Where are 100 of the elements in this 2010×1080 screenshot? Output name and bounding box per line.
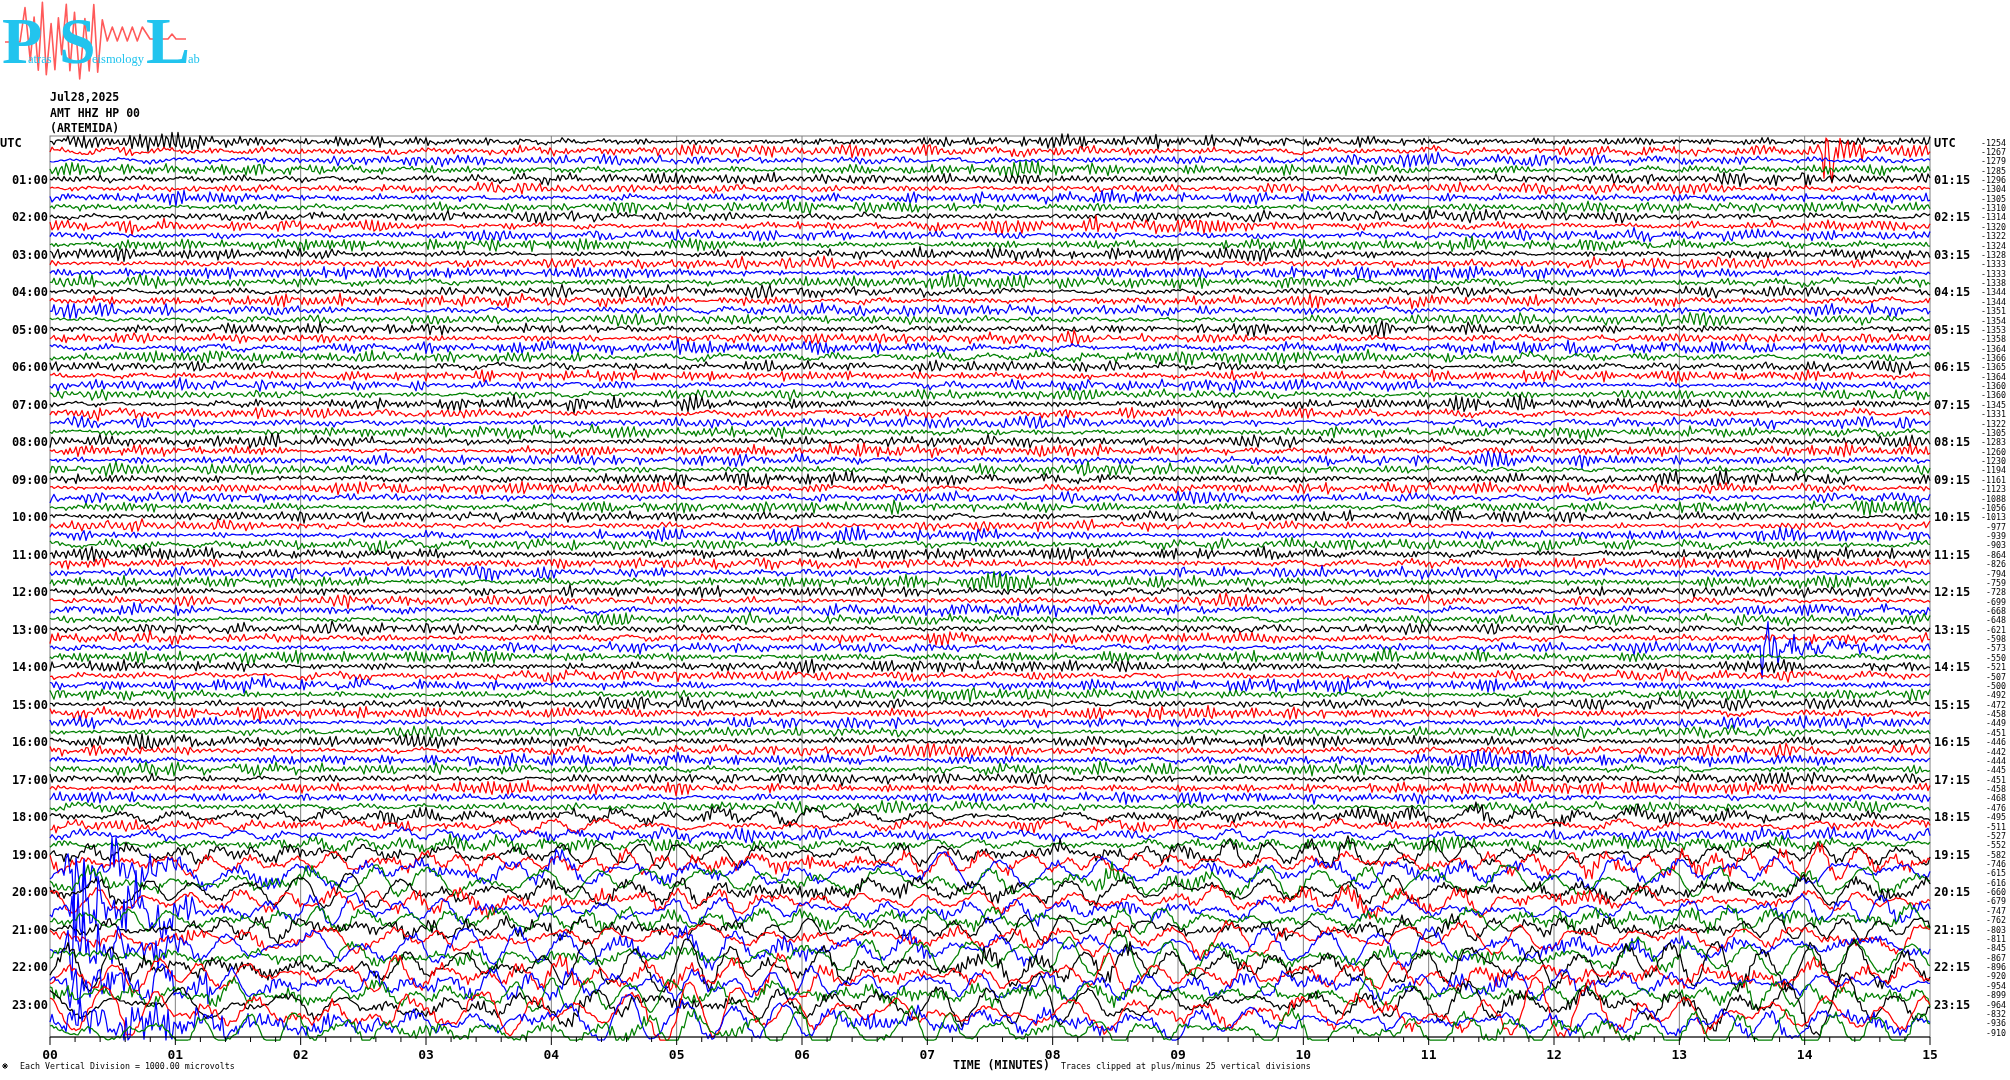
time-label: 09:00 xyxy=(11,472,48,487)
trace-value-label: -1324 xyxy=(1981,240,2006,251)
trace-value-label: -1322 xyxy=(1981,418,2006,429)
time-label: 07:15 xyxy=(1934,397,1971,412)
time-label: 19:00 xyxy=(11,847,48,862)
trace-value-label: -1314 xyxy=(1981,212,2006,223)
trace-value-label: -954 xyxy=(1986,980,2006,991)
trace-value-label: -1360 xyxy=(1981,390,2006,401)
trace-value-label: -552 xyxy=(1986,840,2006,851)
trace-value-label: -1260 xyxy=(1981,446,2006,457)
trace-value-label: -1123 xyxy=(1981,484,2006,495)
time-label: 22:00 xyxy=(11,960,48,975)
axis-tick-label: 14 xyxy=(1796,1046,1813,1062)
trace-value-label: -446 xyxy=(1986,737,2006,748)
trace-value-label: -1296 xyxy=(1981,175,2006,185)
time-label: 15:00 xyxy=(11,697,48,712)
time-label: 21:15 xyxy=(1934,922,1971,937)
trace-value-label: -621 xyxy=(1986,624,2006,635)
trace-value-label: -1344 xyxy=(1981,287,2006,298)
channel-label: AMT HHZ HP 00 xyxy=(50,105,140,120)
trace-value-label: -1279 xyxy=(1981,156,2006,167)
trace-value-label: -458 xyxy=(1986,709,2006,720)
trace-value-label: -468 xyxy=(1986,793,2006,804)
trace-value-label: -472 xyxy=(1986,699,2006,710)
axis-tick-label: 15 xyxy=(1922,1046,1938,1062)
trace-value-label: -1013 xyxy=(1981,512,2006,523)
axis-tick-label: 04 xyxy=(543,1046,560,1062)
trace-value-label: -1364 xyxy=(1981,343,2006,354)
time-label: 14:00 xyxy=(11,660,48,675)
date-label: Jul28,2025 xyxy=(50,90,120,104)
trace-value-label: -616 xyxy=(1986,877,2006,888)
trace-value-label: -573 xyxy=(1986,643,2006,654)
trace-value-label: -864 xyxy=(1986,549,2006,560)
trace-value-label: -1328 xyxy=(1981,249,2006,260)
trace-value-label: -492 xyxy=(1986,690,2006,701)
trace-value-label: -495 xyxy=(1986,812,2006,823)
trace-value-label: -1331 xyxy=(1981,409,2006,420)
station-label: (ARTEMIDA) xyxy=(50,121,120,135)
trace-value-label: -1285 xyxy=(1981,165,2006,176)
trace-value-label: -476 xyxy=(1986,802,2006,813)
trace-value-label: -442 xyxy=(1986,746,2006,757)
trace-value-label: -964 xyxy=(1986,999,2006,1010)
axis-tick-label: 01 xyxy=(167,1046,184,1062)
trace-value-label: -920 xyxy=(1986,971,2006,982)
trace-value-label: -500 xyxy=(1986,680,2006,691)
trace-value-label: -1088 xyxy=(1981,493,2006,504)
trace-value-label: -1366 xyxy=(1981,353,2006,363)
time-label: 13:15 xyxy=(1934,622,1971,637)
trace-value-label: -977 xyxy=(1986,521,2006,532)
time-label: 06:00 xyxy=(11,360,48,375)
trace-value-label: -679 xyxy=(1986,896,2006,907)
trace-value-label: -598 xyxy=(1986,634,2006,645)
axis-tick-label: 09 xyxy=(1170,1046,1186,1062)
clip-note: Traces clipped at plus/minus 25 vertical divisions xyxy=(1061,1061,1311,1071)
time-label: 03:00 xyxy=(11,247,48,262)
time-label: 14:15 xyxy=(1934,660,1971,675)
time-label: 16:15 xyxy=(1934,735,1971,750)
time-label: 04:15 xyxy=(1934,285,1971,300)
trace-value-label: -867 xyxy=(1986,952,2006,963)
trace-value-label: -746 xyxy=(1986,859,2006,869)
time-label: 21:00 xyxy=(11,922,48,937)
trace-value-label: -582 xyxy=(1986,849,2006,860)
trace-value-label: -1360 xyxy=(1981,381,2006,392)
trace-value-label: -1161 xyxy=(1981,474,2006,485)
time-label: 13:00 xyxy=(11,622,48,637)
trace-value-label: -1351 xyxy=(1981,306,2006,317)
time-label: 06:15 xyxy=(1934,360,1971,375)
trace-value-label: -811 xyxy=(1986,933,2006,944)
time-label: 03:15 xyxy=(1934,247,1971,262)
trace-value-label: -451 xyxy=(1986,774,2006,785)
trace-value-label: -550 xyxy=(1986,652,2006,663)
trace-value-label: -1344 xyxy=(1981,296,2006,307)
trace-value-label: -511 xyxy=(1986,821,2006,832)
trace-value-label: -458 xyxy=(1986,784,2006,795)
time-label: 12:00 xyxy=(11,585,48,600)
time-label: UTC xyxy=(1934,135,1956,150)
axis-tick-label: 02 xyxy=(292,1046,309,1062)
axis-tick-label: 03 xyxy=(418,1046,434,1062)
trace-value-label: -762 xyxy=(1986,915,2006,926)
scale-note: Each Vertical Division = 1000.00 microvolts xyxy=(20,1061,235,1071)
time-label: 12:15 xyxy=(1934,585,1971,600)
axis-title: TIME (MINUTES) xyxy=(953,1058,1050,1072)
time-label: 10:00 xyxy=(11,510,48,525)
trace-value-label: -1364 xyxy=(1981,371,2006,382)
trace-value-label: -1333 xyxy=(1981,268,2006,279)
time-label: 10:15 xyxy=(1934,510,1971,525)
trace-value-label: -832 xyxy=(1986,1008,2006,1019)
time-label: 08:15 xyxy=(1934,435,1971,450)
trace-value-label: -1320 xyxy=(1981,221,2006,232)
trace-value-label: -1230 xyxy=(1981,456,2006,467)
time-label: 17:15 xyxy=(1934,772,1971,787)
trace-value-label: -1358 xyxy=(1981,334,2006,345)
time-label: 23:00 xyxy=(11,997,48,1012)
time-label: 02:00 xyxy=(11,210,48,225)
axis-tick-label: 07 xyxy=(919,1046,936,1062)
time-label: 01:15 xyxy=(1934,173,1971,187)
trace-value-label: -1304 xyxy=(1981,184,2006,195)
trace-value-label: -910 xyxy=(1986,1027,2006,1038)
trace-value-label: -1365 xyxy=(1981,362,2006,373)
trace-value-label: -668 xyxy=(1986,606,2006,616)
